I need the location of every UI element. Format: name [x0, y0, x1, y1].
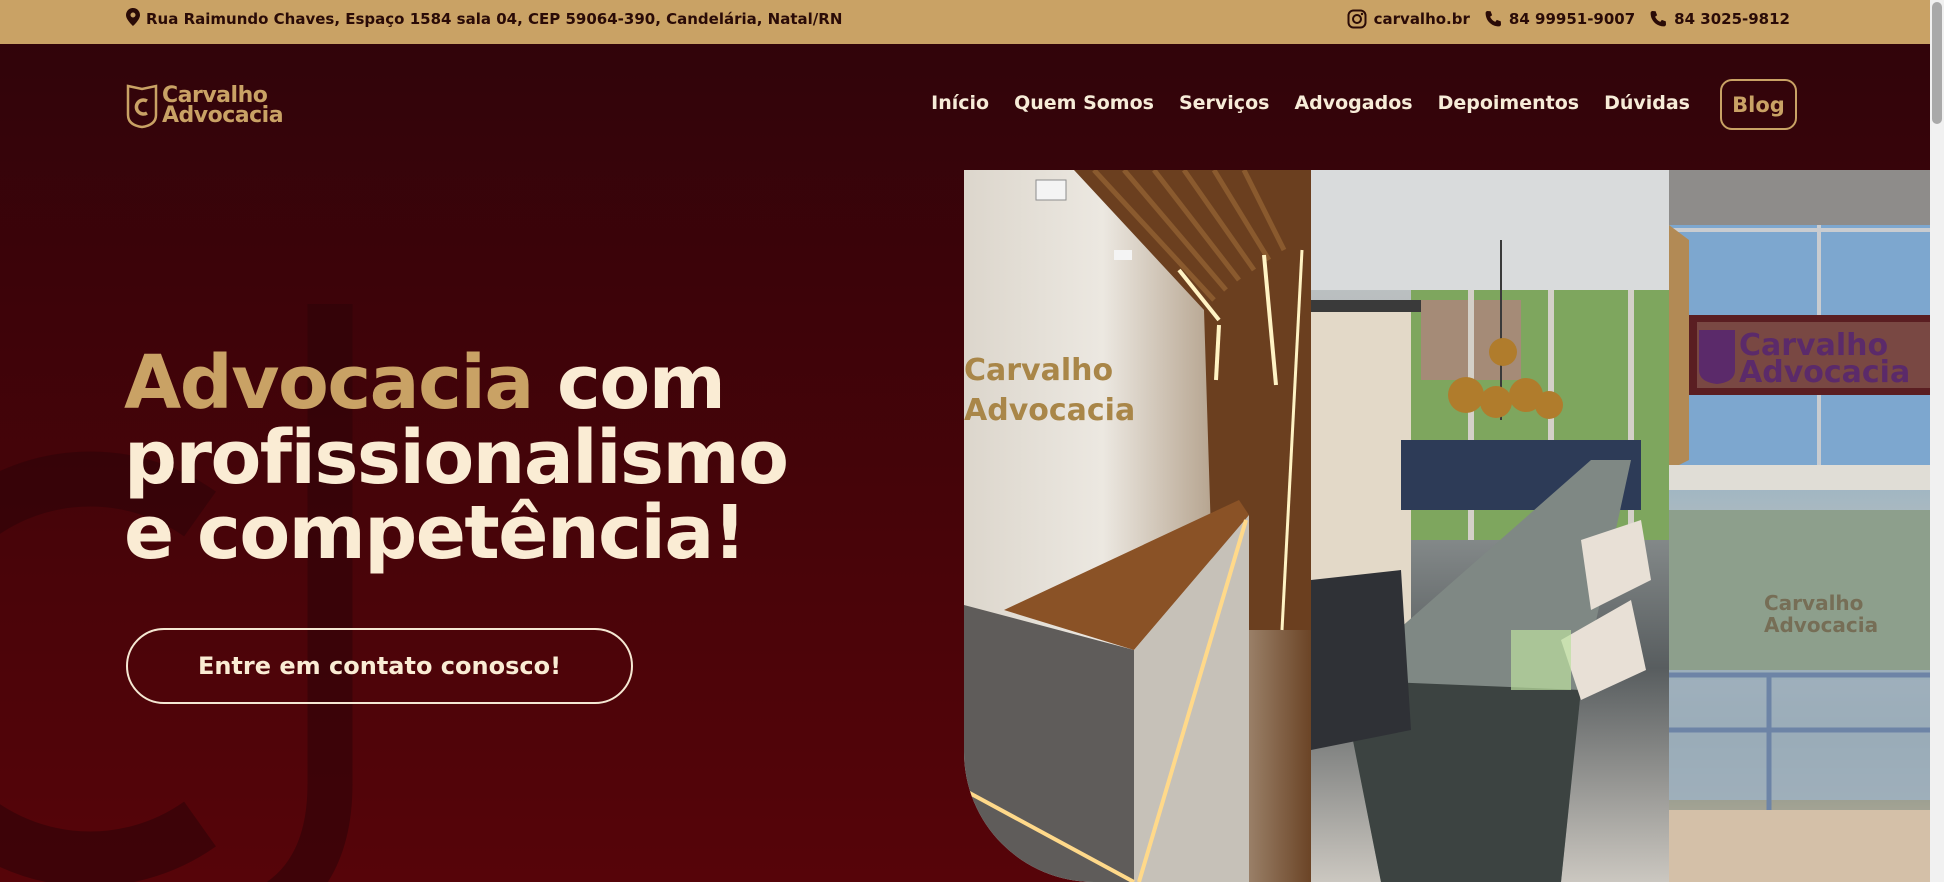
phone-link-2[interactable]: 84 3025-9812: [1649, 10, 1790, 28]
phone-number-2: 84 3025-9812: [1674, 10, 1790, 28]
location-pin-icon: [126, 8, 140, 30]
brand-logo[interactable]: Carvalho Advocacia: [126, 83, 284, 129]
shield-logo-icon: [126, 84, 158, 129]
svg-text:Carvalho: Carvalho: [1764, 591, 1863, 615]
headline-accent: Advocacia: [124, 340, 534, 426]
scrollbar-thumb[interactable]: [1932, 2, 1942, 124]
phone-number-1: 84 99951-9007: [1508, 10, 1636, 28]
address-block: Rua Raimundo Chaves, Espaço 1584 sala 04…: [126, 0, 842, 38]
building-facade-photo: Carvalho Advocacia Carvalho Advocacia: [1669, 170, 1930, 882]
meeting-room-photo: [1311, 170, 1669, 882]
brand-line-2: Advocacia: [162, 103, 284, 128]
main-nav: Início Quem Somos Serviços Advogados Dep…: [931, 92, 1690, 114]
nav-item-servicos[interactable]: Serviços: [1179, 92, 1269, 114]
phone-icon: [1484, 10, 1502, 28]
svg-text:Advocacia: Advocacia: [1764, 613, 1878, 637]
contact-cta-button[interactable]: Entre em contato conosco!: [126, 628, 633, 704]
blog-button[interactable]: Blog: [1720, 79, 1797, 130]
nav-item-quem-somos[interactable]: Quem Somos: [1014, 92, 1154, 114]
svg-text:Advocacia: Advocacia: [1739, 355, 1910, 390]
nav-item-advogados[interactable]: Advogados: [1294, 92, 1412, 114]
instagram-icon: [1347, 9, 1367, 29]
phone-icon: [1649, 10, 1667, 28]
headline-part-2: profissionalismo: [124, 415, 789, 501]
hero-section: Carvalho Advocacia Início Quem Somos Ser…: [0, 44, 1930, 882]
address-text: Rua Raimundo Chaves, Espaço 1584 sala 04…: [146, 10, 843, 28]
office-photo-collage: Carvalho Advocacia Carvalho Advocacia Ca…: [964, 170, 1930, 882]
instagram-handle: carvalho.br: [1373, 10, 1470, 28]
contact-block: carvalho.br 84 99951-9007 84 3025-9812: [1333, 0, 1790, 38]
top-info-bar: Rua Raimundo Chaves, Espaço 1584 sala 04…: [0, 0, 1944, 44]
headline-part-3: e competência!: [124, 490, 747, 576]
hero-headline: Advocacia com profissionalismo e competê…: [124, 346, 789, 571]
svg-text:Advocacia: Advocacia: [964, 393, 1135, 428]
nav-item-inicio[interactable]: Início: [931, 92, 989, 114]
nav-item-duvidas[interactable]: Dúvidas: [1604, 92, 1690, 114]
svg-text:Carvalho: Carvalho: [964, 353, 1113, 388]
reception-photo: Carvalho Advocacia: [964, 170, 1311, 882]
phone-link-1[interactable]: 84 99951-9007: [1484, 10, 1635, 28]
headline-part-1: com: [532, 340, 726, 426]
brand-name: Carvalho Advocacia: [162, 85, 284, 128]
instagram-link[interactable]: carvalho.br: [1347, 9, 1470, 29]
nav-item-depoimentos[interactable]: Depoimentos: [1438, 92, 1579, 114]
page-scrollbar[interactable]: [1930, 0, 1944, 882]
